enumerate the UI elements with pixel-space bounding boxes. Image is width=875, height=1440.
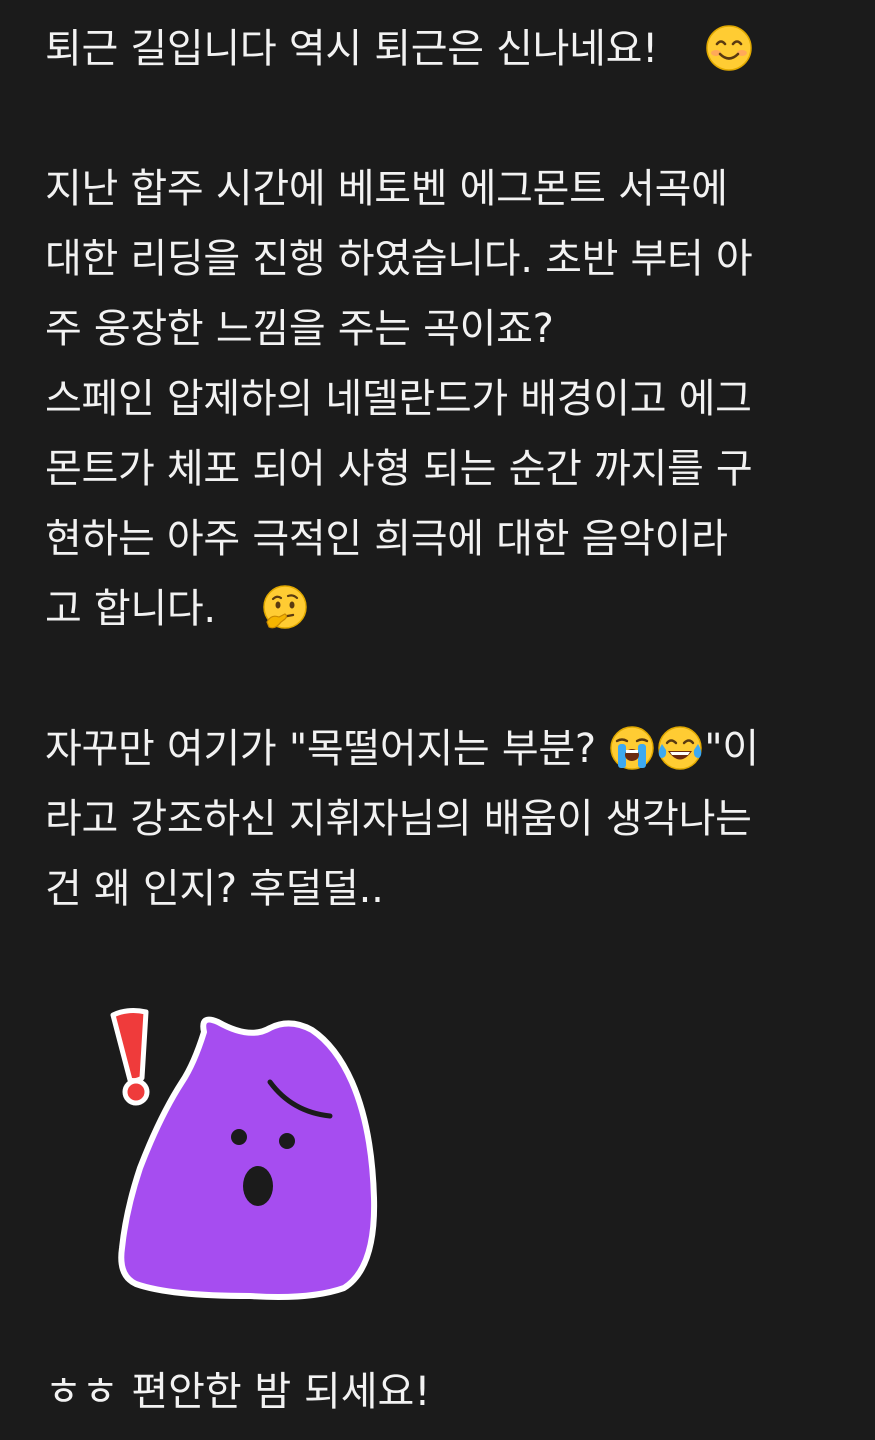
post-text: ㅎㅎ 편안한 밤 되세요! [45, 1369, 431, 1415]
post-text: 지난 합주 시간에 베토벤 에그몬트 서곡에 [45, 166, 728, 212]
post-line: 라고 강조하신 지휘자님의 배움이 생각나는 [45, 784, 845, 854]
post-line: 지난 합주 시간에 베토벤 에그몬트 서곡에 [45, 154, 845, 224]
closing-line: ㅎㅎ 편안한 밤 되세요! [45, 1357, 430, 1427]
post-text: 현하는 아주 극적인 희극에 대한 음악이라 [45, 516, 728, 562]
post-body: 퇴근 길입니다 역시 퇴근은 신나네요! 지난 합주 시간에 베토벤 에그몬트 … [45, 14, 845, 924]
post-line: 스페인 압제하의 네델란드가 배경이고 에그 [45, 364, 845, 434]
post-line: 자꾸만 여기가 "목떨어지는 부분? "이 [45, 714, 845, 784]
post-text: 대한 리딩을 진행 하였습니다. 초반 부터 아 [45, 236, 753, 282]
post-text: 몬트가 체포 되어 사형 되는 순간 까지를 구 [45, 446, 753, 492]
purple-blob-sticker [100, 1000, 390, 1310]
post-line: 고 합니다. [45, 574, 845, 644]
tears-of-joy-face-icon [656, 724, 704, 772]
post-line: 대한 리딩을 진행 하였습니다. 초반 부터 아 [45, 224, 845, 294]
smiling-face-icon [705, 24, 753, 72]
thinking-face-icon [261, 584, 309, 632]
post-text: 스페인 압제하의 네델란드가 배경이고 에그 [45, 376, 752, 422]
post-line: 주 웅장한 느낌을 주는 곡이죠? [45, 294, 845, 364]
post-line: 퇴근 길입니다 역시 퇴근은 신나네요! [45, 14, 845, 84]
post-text: 주 웅장한 느낌을 주는 곡이죠? [45, 306, 554, 352]
post-line: 건 왜 인지? 후덜덜.. [45, 854, 845, 924]
post-text: 자꾸만 여기가 "목떨어지는 부분? [45, 726, 609, 772]
post-text: 건 왜 인지? 후덜덜.. [45, 866, 384, 912]
post-line: 현하는 아주 극적인 희극에 대한 음악이라 [45, 504, 845, 574]
exclamation-icon [110, 1008, 150, 1106]
post-line: 몬트가 체포 되어 사형 되는 순간 까지를 구 [45, 434, 845, 504]
post-text: "이 [704, 726, 759, 772]
loudly-crying-face-icon [608, 724, 656, 772]
post-text: 고 합니다. [45, 586, 216, 632]
post-text: 퇴근 길입니다 역시 퇴근은 신나네요! [45, 26, 658, 72]
post-text: 라고 강조하신 지휘자님의 배움이 생각나는 [45, 796, 752, 842]
